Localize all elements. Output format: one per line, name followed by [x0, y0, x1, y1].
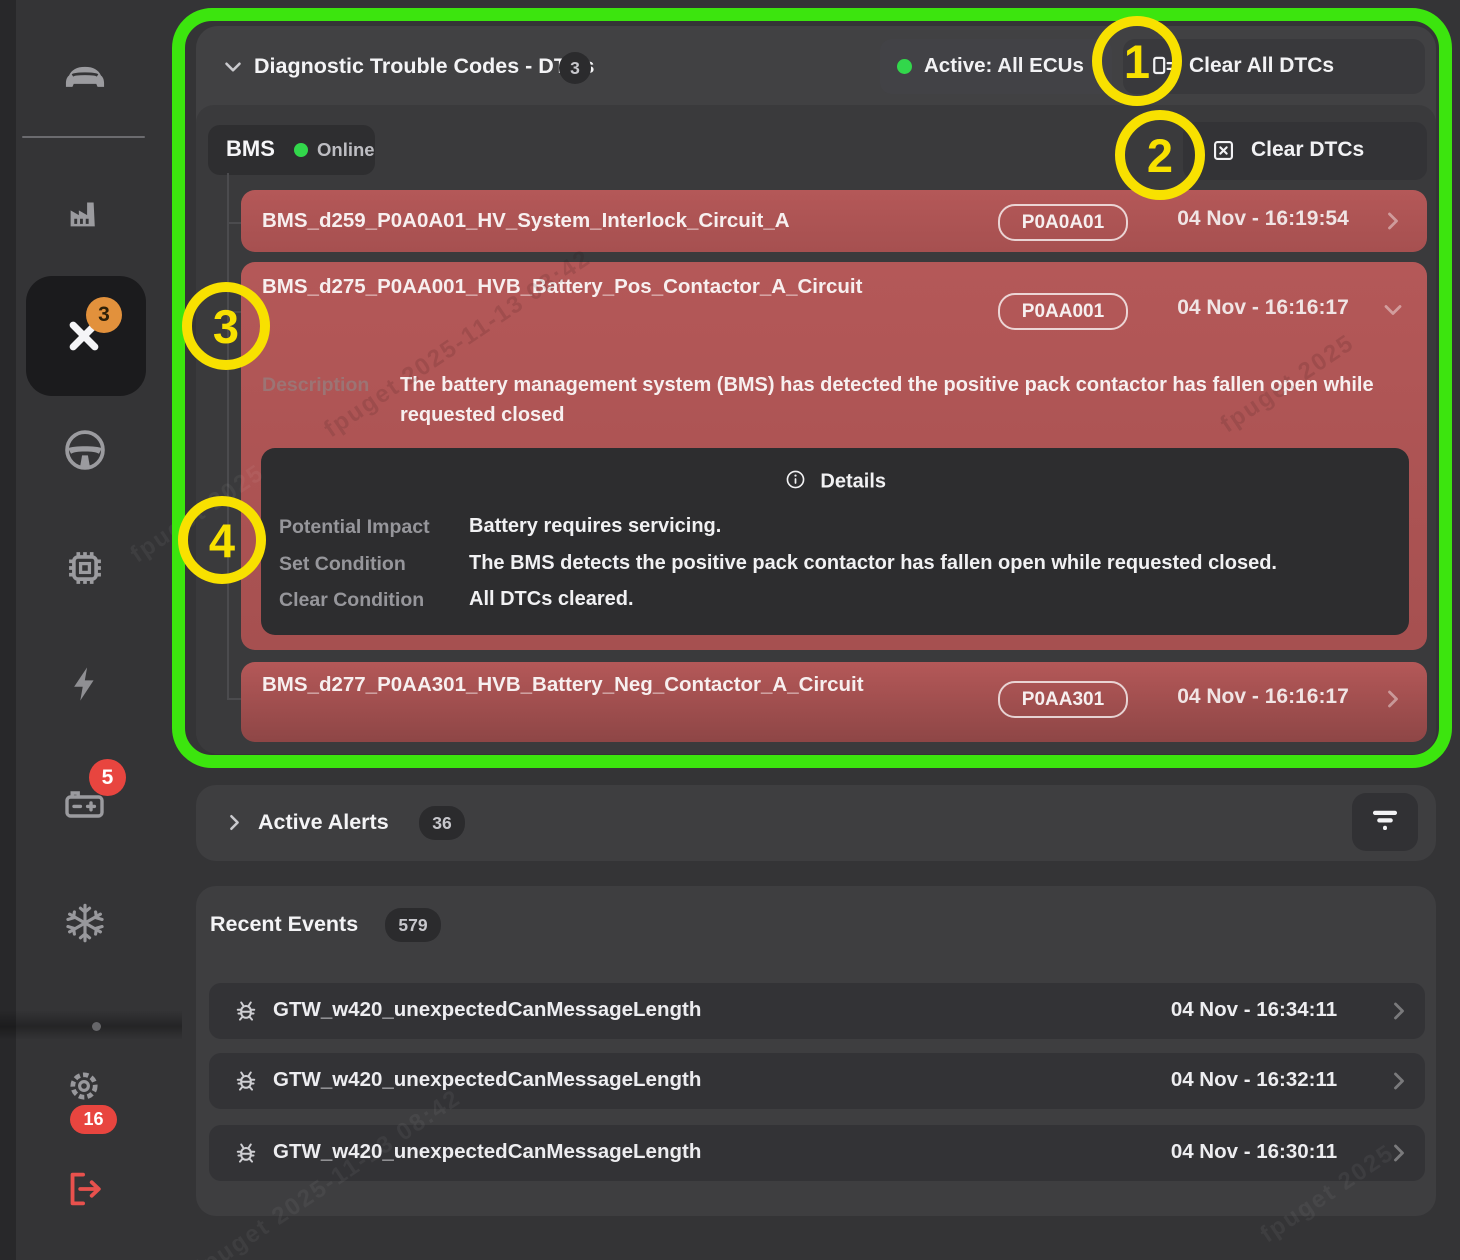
active-ecu-selector[interactable]: Active: All ECUs: [880, 39, 1112, 94]
sidebar-item-logout[interactable]: [62, 1168, 108, 1214]
sidebar-item-ecu[interactable]: [61, 546, 109, 594]
window-edge: [0, 0, 16, 1260]
dtc-timestamp: 04 Nov - 16:16:17: [1163, 685, 1363, 709]
sidebar-item-charging[interactable]: [63, 664, 107, 708]
recent-events-panel: Recent Events 579 GTW_w420_unexpectedCan…: [196, 886, 1436, 1216]
details-header: Details: [261, 468, 1409, 496]
filter-icon: [1368, 803, 1402, 842]
dtc-panel-title: Diagnostic Trouble Codes - DTCs: [254, 54, 594, 79]
active-alerts-panel[interactable]: Active Alerts 36: [196, 785, 1436, 861]
dtc-code-badge: P0A0A01: [998, 204, 1128, 241]
dtc-panel: Diagnostic Trouble Codes - DTCs 3 Active…: [196, 26, 1436, 754]
detail-label: Clear Condition: [279, 589, 424, 612]
detail-value: Battery requires servicing.: [469, 515, 721, 538]
tree-connector: [227, 173, 229, 700]
description-text: The battery management system (BMS) has …: [400, 370, 1405, 430]
active-ecu-label: Active: All ECUs: [924, 54, 1084, 78]
ecu-tab-bms[interactable]: BMS Online: [208, 125, 375, 175]
expand-chevron-icon[interactable]: [222, 810, 247, 840]
ecu-status: Online: [317, 139, 375, 161]
dtc-count-badge: 3: [559, 52, 591, 84]
lightning-icon: [64, 663, 106, 710]
dtc-title: BMS_d277_P0AA301_HVB_Battery_Neg_Contact…: [262, 670, 977, 700]
sidebar-shadow: [0, 1010, 182, 1040]
diagnostics-app: 3 5 16: [0, 0, 1460, 1260]
filter-button[interactable]: [1352, 793, 1418, 851]
clear-dtcs-button[interactable]: Clear DTCs: [1183, 122, 1427, 180]
dtc-title: BMS_d275_P0AA001_HVB_Battery_Pos_Contact…: [262, 272, 977, 302]
sidebar-item-steering[interactable]: [59, 426, 111, 478]
sidebar-item-settings[interactable]: [62, 1066, 106, 1110]
bug-icon: [231, 1138, 261, 1173]
snowflake-icon: [60, 898, 110, 953]
collapse-chevron-icon[interactable]: [220, 54, 248, 80]
clear-all-dtcs-button[interactable]: Clear All DTCs: [1123, 39, 1425, 94]
factory-icon: [62, 190, 108, 241]
event-timestamp: 04 Nov - 16:32:11: [1154, 1068, 1354, 1092]
dtc-timestamp: 04 Nov - 16:19:54: [1163, 207, 1363, 231]
info-icon: [784, 468, 807, 496]
online-dot-icon: [897, 59, 912, 74]
logout-icon: [62, 1166, 108, 1217]
detail-value: All DTCs cleared.: [469, 588, 634, 611]
active-alerts-title: Active Alerts: [258, 810, 389, 835]
event-timestamp: 04 Nov - 16:34:11: [1154, 998, 1354, 1022]
alerts-count-badge: 36: [419, 806, 465, 840]
dtc-code-badge: P0AA301: [998, 681, 1128, 718]
steering-wheel-icon: [60, 425, 110, 480]
clear-dtcs-label: Clear DTCs: [1251, 138, 1364, 162]
chevron-right-icon[interactable]: [1385, 997, 1413, 1030]
hidden-icon-fragment: [92, 1022, 101, 1031]
dtc-details-box: Details Potential Impact Battery require…: [261, 448, 1409, 635]
chip-icon: [62, 545, 108, 596]
dtc-row[interactable]: BMS_d277_P0AA301_HVB_Battery_Neg_Contact…: [241, 662, 1427, 742]
details-title: Details: [820, 471, 886, 493]
event-timestamp: 04 Nov - 16:30:11: [1154, 1140, 1354, 1164]
settings-count-badge: 16: [70, 1105, 117, 1134]
clear-all-dtcs-label: Clear All DTCs: [1189, 54, 1334, 78]
dtc-row-expanded[interactable]: BMS_d275_P0AA001_HVB_Battery_Pos_Contact…: [241, 262, 1427, 650]
dtc-code-badge: P0AA001: [998, 293, 1128, 330]
diagnostics-count-badge: 3: [86, 297, 122, 333]
bug-icon: [231, 996, 261, 1031]
sidebar-item-climate[interactable]: [59, 899, 111, 951]
dtc-timestamp: 04 Nov - 16:16:17: [1163, 296, 1363, 320]
description-label: Description: [262, 374, 369, 397]
ecu-name: BMS: [226, 136, 275, 162]
chevron-right-icon[interactable]: [1385, 1067, 1413, 1100]
chevron-right-icon[interactable]: [1379, 685, 1407, 718]
event-row[interactable]: GTW_w420_unexpectedCanMessageLength 04 N…: [209, 1125, 1425, 1181]
event-title: GTW_w420_unexpectedCanMessageLength: [273, 1068, 701, 1092]
sidebar-divider: [22, 136, 145, 138]
detail-label: Potential Impact: [279, 516, 430, 539]
detail-label: Set Condition: [279, 553, 406, 576]
sidebar-item-diagnostics[interactable]: [26, 276, 146, 396]
event-row[interactable]: GTW_w420_unexpectedCanMessageLength 04 N…: [209, 1053, 1425, 1109]
detail-value: The BMS detects the positive pack contac…: [469, 552, 1277, 575]
chevron-right-icon[interactable]: [1385, 1139, 1413, 1172]
clear-box-icon: [1210, 137, 1237, 169]
online-status-dot-icon: [294, 143, 308, 157]
event-title: GTW_w420_unexpectedCanMessageLength: [273, 998, 701, 1022]
events-count-badge: 579: [385, 908, 441, 942]
car-icon: [59, 47, 111, 104]
dtc-row[interactable]: BMS_d259_P0A0A01_HV_System_Interlock_Cir…: [241, 190, 1427, 252]
battery-count-badge: 5: [89, 759, 126, 796]
chevron-up-icon[interactable]: [1379, 296, 1407, 329]
clear-list-icon: [1149, 52, 1177, 85]
recent-events-title: Recent Events: [210, 912, 358, 937]
event-title: GTW_w420_unexpectedCanMessageLength: [273, 1140, 701, 1164]
event-row[interactable]: GTW_w420_unexpectedCanMessageLength 04 N…: [209, 983, 1425, 1039]
chevron-right-icon[interactable]: [1379, 207, 1407, 240]
bug-icon: [231, 1066, 261, 1101]
dtc-title: BMS_d259_P0A0A01_HV_System_Interlock_Cir…: [262, 206, 977, 236]
sidebar-item-factory[interactable]: [61, 191, 109, 239]
sidebar-item-vehicle[interactable]: [57, 47, 113, 103]
